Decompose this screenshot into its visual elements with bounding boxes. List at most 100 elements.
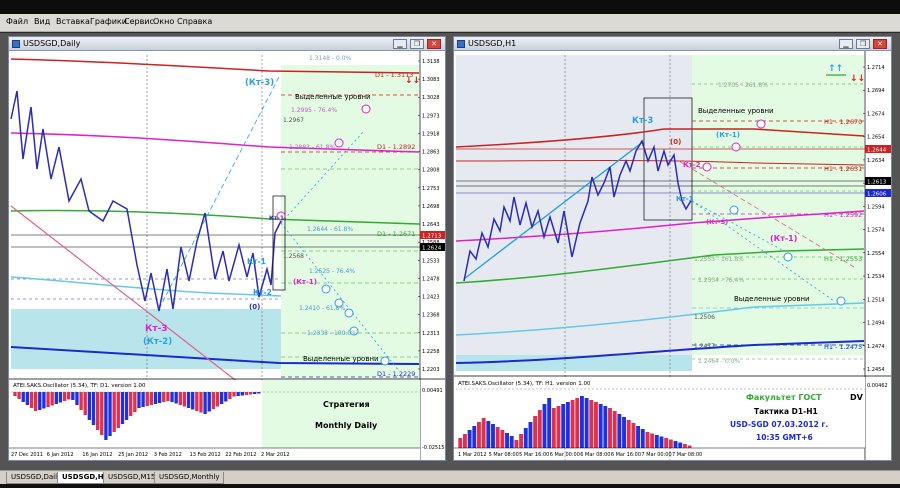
oscillator-bar: [678, 442, 683, 448]
oscillator-bar: [589, 400, 594, 448]
price-tick-label: 1.2258: [422, 349, 440, 355]
oscillator-bar: [528, 422, 533, 448]
restore-icon[interactable]: ❐: [410, 39, 424, 49]
indicator-label: ATEI.SAKS.Oscillator (5.34), TF: D1. ver…: [13, 383, 146, 389]
oscillator-bar: [236, 392, 240, 396]
oscillator-bar: [458, 438, 463, 448]
level-tag: H1 - 1.2631: [824, 165, 862, 173]
oscillator-bar: [650, 433, 655, 448]
menu-help[interactable]: Справка: [177, 17, 212, 26]
oscillator-bar: [42, 392, 46, 409]
up-arrow-icon: ↑↑: [828, 64, 843, 74]
oscillator-bar: [62, 392, 67, 401]
wave-label: Кт-1: [247, 257, 266, 266]
current-price-tag: 1.2644: [867, 148, 887, 154]
oscillator-bar: [626, 420, 631, 448]
oscillator-bar: [38, 392, 42, 410]
price-tick-label: 1.2423: [422, 295, 440, 301]
info-dv: DV: [850, 393, 864, 402]
chart-titlebar[interactable]: USDSGD,H1 ▁ ❐ ✕: [454, 37, 891, 51]
oscillator-bar: [157, 392, 162, 403]
level-tag: H1 - 1.2670: [824, 118, 862, 126]
price-tick-label: 1.2514: [867, 297, 885, 303]
price-tick-label: 1.2313: [422, 331, 440, 337]
oscillator-bar: [116, 392, 120, 428]
restore-icon[interactable]: ❐: [856, 39, 870, 49]
current-price-tag: 1.2606: [867, 192, 887, 198]
oscillator-bar: [481, 418, 486, 448]
tab-monthly[interactable]: USDSGD,Monthly: [154, 472, 225, 484]
oscillator-bar: [170, 392, 174, 402]
price-tick-label: 1.2474: [867, 344, 885, 350]
chart-window-daily[interactable]: USDSGD,Daily ▁ ❐ ✕ 1.3138 1.3083 1.3028 1.2…: [8, 36, 446, 461]
date-tick-label: 27 Dec 2011: [11, 452, 43, 458]
oscillator-bar: [608, 408, 612, 448]
fib-label: 1.2553 - 161.8%: [694, 256, 744, 263]
menu-insert[interactable]: Вставка: [56, 17, 90, 26]
date-axis: 1 Mar 2012 5 Mar 08:00 5 Mar 16:00 6 Mar 00…: [458, 452, 702, 458]
oscillator-bar: [33, 392, 38, 411]
fib-label: 1.2525 - 76.4%: [309, 268, 355, 275]
oscillator-bar: [25, 392, 30, 405]
close-icon[interactable]: ✕: [427, 39, 441, 49]
date-tick-label: 6 Mar 08:00: [580, 452, 610, 458]
daily-chart-area[interactable]: 1.3138 1.3083 1.3028 1.2973 1.2918 1.2863 1.28…: [9, 51, 445, 460]
oscillator-bar: [631, 423, 636, 448]
oscillator-bar: [108, 392, 112, 436]
oscillator-bar: [472, 426, 477, 448]
oscillator-bar: [579, 396, 584, 448]
oscillator-bar: [174, 392, 178, 404]
oscillator-bar: [13, 392, 17, 396]
wave-label: Кт-2: [683, 161, 701, 169]
oscillator-bar: [519, 434, 524, 448]
minimize-icon[interactable]: ▁: [393, 39, 407, 49]
fib-label: 1.3148 - 0.0%: [309, 55, 352, 62]
down-arrow-icon: ↓↓: [405, 76, 420, 86]
minimize-icon[interactable]: ▁: [839, 39, 853, 49]
oscillator-bar: [467, 430, 472, 448]
oscillator-bar: [486, 421, 491, 448]
close-icon[interactable]: ✕: [873, 39, 887, 49]
osc-tick: -0.02515: [422, 445, 444, 451]
wave-label: (0): [670, 138, 681, 146]
oscillator-bar: [207, 392, 211, 412]
oscillator-bar: [46, 392, 50, 407]
date-tick-label: 6 Mar 00:00: [550, 452, 580, 458]
price-tick-label: 1.2643: [422, 222, 440, 228]
oscillator-bar: [598, 404, 603, 448]
price-tick-label: 1.3083: [422, 77, 440, 83]
menu-window[interactable]: Окно: [153, 17, 174, 26]
price-tick-label: 1.2714: [867, 65, 885, 71]
oscillator-bar: [505, 433, 509, 448]
oscillator-bar: [219, 392, 224, 404]
oscillator-bar: [537, 410, 542, 448]
fib-label: 1.2410 - 61.8%: [299, 305, 345, 312]
oscillator-bar: [612, 411, 617, 448]
info-pair-date: USD-SGD 07.03.2012 г.: [730, 420, 828, 429]
menu-tools[interactable]: Сервис: [124, 17, 154, 26]
oscillator-bar: [561, 404, 566, 448]
h1-chart-area[interactable]: 1.27141.26941.26741.26541.26341.26141.25…: [454, 51, 891, 460]
level-tag: D1 - 1.2671: [377, 230, 415, 238]
chart-window-h1[interactable]: USDSGD,H1 ▁ ❐ ✕ 1.2714 1.2694 1.2674 1.2654…: [453, 36, 892, 461]
price-tick-label: 1.3138: [422, 59, 440, 65]
menu-view[interactable]: Вид: [34, 17, 50, 26]
price-tick-label: 1.3028: [422, 95, 440, 101]
oscillator-bar: [100, 392, 104, 435]
chart-titlebar[interactable]: USDSGD,Daily ▁ ❐ ✕: [9, 37, 445, 51]
oscillator-bar: [21, 392, 25, 402]
oscillator-bar: [145, 392, 149, 406]
oscillator-bar: [495, 427, 500, 448]
oscillator-bar: [79, 392, 83, 410]
menu-charts[interactable]: Графики: [90, 17, 127, 26]
oscillator-bar: [514, 440, 519, 448]
tab-m15[interactable]: USDSGD,M15: [103, 472, 161, 484]
price-tick-label: 1.2654: [867, 135, 885, 141]
oscillator-bar: [129, 392, 133, 416]
menu-file[interactable]: Файл: [6, 17, 28, 26]
level-tag: H1 - 1.2592: [824, 211, 862, 219]
oscillator-bar: [17, 392, 21, 399]
oscillator-bar: [533, 416, 538, 448]
oscillator-bar: [687, 445, 692, 448]
oscillator-bar: [584, 398, 589, 448]
